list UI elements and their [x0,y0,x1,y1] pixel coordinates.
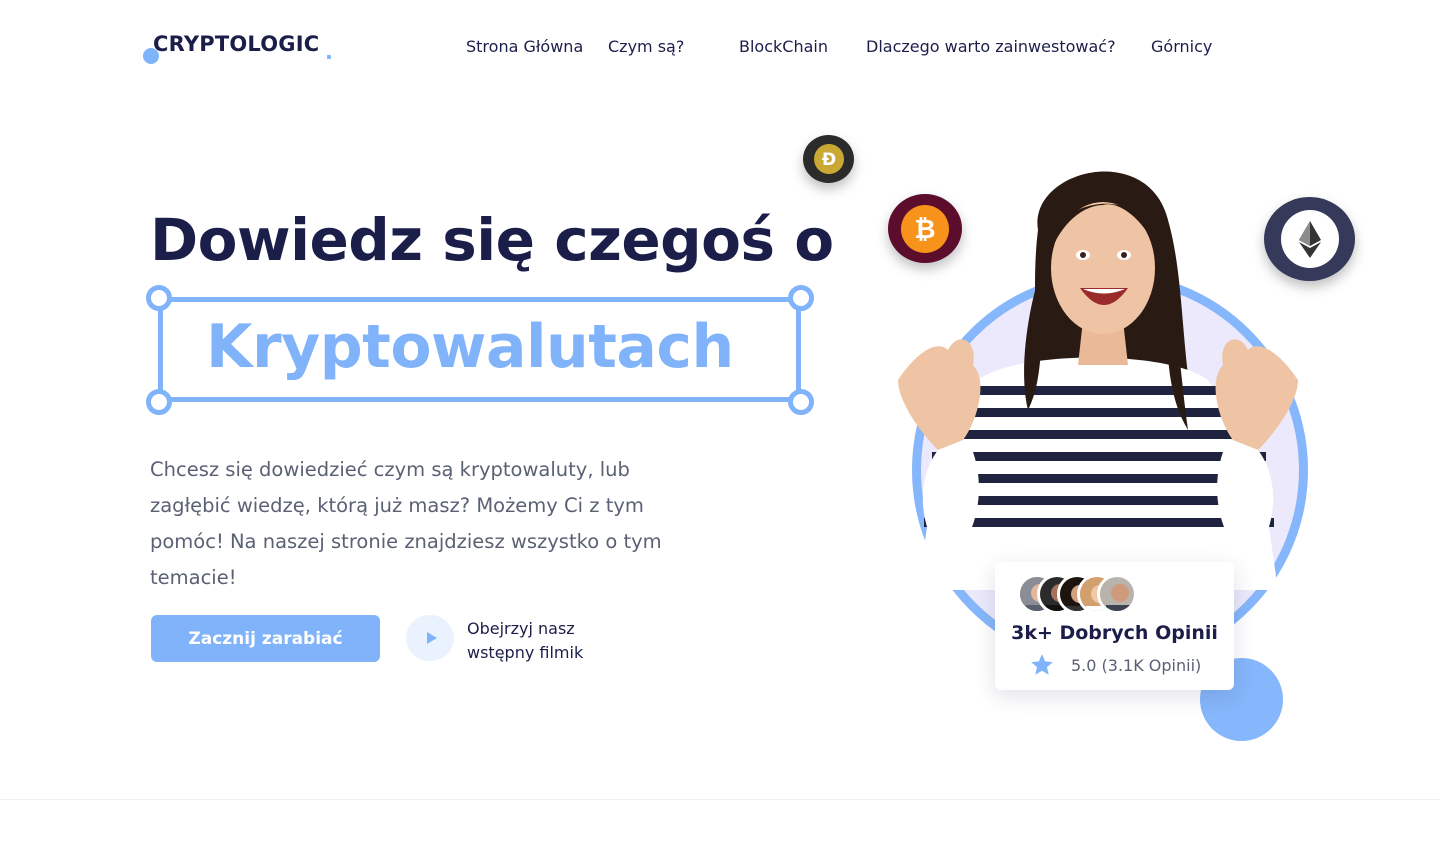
frame-handle-bottom-left [146,389,172,415]
ethereum-icon [1264,197,1355,281]
reviews-rating: 5.0 (3.1K Opinii) [1071,656,1202,675]
nav-item-what-are[interactable]: Czym są? [608,37,684,56]
svg-text:Đ: Đ [821,150,835,170]
video-link-line1: Obejrzyj nasz [467,619,575,638]
hero-highlight-word: Kryptowalutach [206,312,734,382]
section-divider [0,799,1440,800]
nav-item-miners[interactable]: Górnicy [1151,37,1212,56]
reviews-card: 3k+ Dobrych Opinii 5.0 (3.1K Opinii) [995,562,1234,690]
avatar [1097,574,1137,614]
logo[interactable]: CRYPTOLOGIC . [143,30,343,64]
reviews-title: 3k+ Dobrych Opinii [1011,622,1218,644]
frame-handle-top-right [788,285,814,311]
dogecoin-icon: Đ [803,135,854,183]
video-link[interactable]: Obejrzyj nasz wstępny filmik [467,617,583,665]
svg-text:₿: ₿ [914,215,935,245]
logo-period: . [325,40,333,64]
video-link-line2: wstępny filmik [467,643,584,662]
play-video-button[interactable] [406,615,454,661]
start-earning-button[interactable]: Zacznij zarabiać [151,615,380,662]
nav-item-home[interactable]: Strona Główna [466,37,583,56]
reviewer-avatars [1017,574,1157,614]
nav-item-blockchain[interactable]: BlockChain [739,37,828,56]
logo-text: CRYPTOLOGIC [153,32,320,56]
star-icon [1031,654,1053,675]
frame-handle-top-left [146,285,172,311]
play-icon [426,632,437,644]
hero-title: Dowiedz się czegoś o [150,206,834,274]
bitcoin-icon: ₿ [888,194,962,263]
nav-item-why-invest[interactable]: Dlaczego warto zainwestować? [866,37,1116,56]
hero-description: Chcesz się dowiedzieć czym są kryptowalu… [150,458,662,589]
frame-handle-bottom-right [788,389,814,415]
